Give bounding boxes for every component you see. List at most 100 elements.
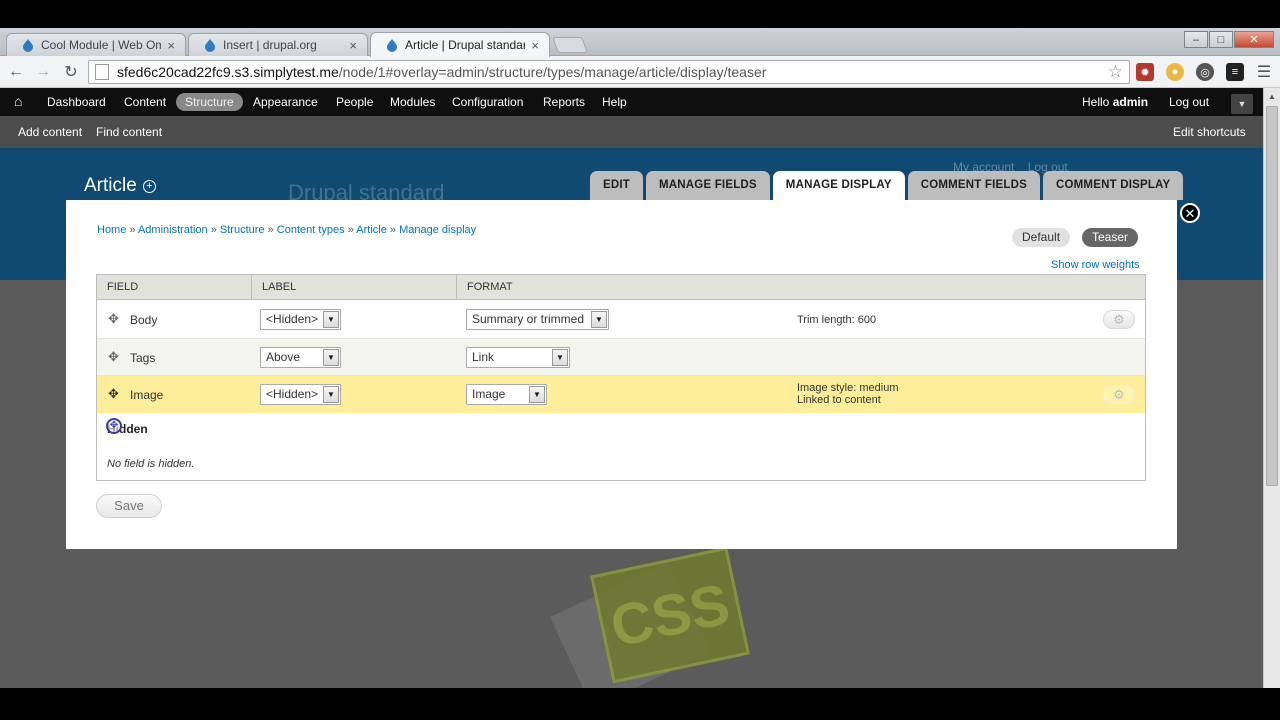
chevron-down-icon: ▼ bbox=[323, 386, 339, 403]
table-row-dragging: ✥ Image <Hidden> ▼ Image ▼ Image style: me… bbox=[97, 376, 1145, 413]
forward-icon[interactable]: → bbox=[32, 62, 54, 82]
label-select[interactable]: <Hidden> ▼ bbox=[260, 384, 341, 405]
chevron-down-icon: ▼ bbox=[323, 311, 339, 328]
window-controls: – □ ✕ bbox=[1184, 31, 1274, 48]
extension-icon[interactable]: ✹ bbox=[1136, 63, 1154, 81]
address-bar[interactable]: sfed6c20cad22fc9.s3.simplytest.me/node/1… bbox=[88, 60, 1130, 84]
toolbar-appearance[interactable]: Appearance bbox=[244, 93, 327, 111]
breadcrumb-administration[interactable]: Administration bbox=[138, 224, 208, 236]
tab-comment-display[interactable]: COMMENT DISPLAY bbox=[1042, 171, 1184, 200]
breadcrumb-article[interactable]: Article bbox=[356, 224, 387, 236]
label-select[interactable]: <Hidden> ▼ bbox=[260, 309, 341, 330]
format-select[interactable]: Summary or trimmed ▼ bbox=[466, 309, 609, 330]
new-tab-button[interactable] bbox=[552, 37, 588, 53]
user-greeting: Hello admin bbox=[1073, 93, 1157, 111]
extension-icon[interactable]: ◎ bbox=[1196, 63, 1214, 81]
gear-icon[interactable]: ⚙ bbox=[1103, 385, 1135, 404]
edit-shortcuts-link[interactable]: Edit shortcuts bbox=[1173, 125, 1246, 139]
field-name: Body bbox=[130, 313, 158, 327]
breadcrumb-manage-display[interactable]: Manage display bbox=[399, 224, 476, 236]
maximize-button[interactable]: □ bbox=[1209, 31, 1233, 48]
drag-handle-icon[interactable]: ✥ bbox=[107, 350, 120, 363]
browser-tab[interactable]: Cool Module | Web Omel × bbox=[6, 33, 186, 56]
tab-title: Insert | drupal.org bbox=[223, 38, 317, 52]
save-button[interactable]: Save bbox=[96, 494, 162, 518]
column-header-format: FORMAT bbox=[467, 281, 513, 293]
toolbar-dashboard[interactable]: Dashboard bbox=[38, 93, 115, 111]
breadcrumb: Home » Administration » Structure » Cont… bbox=[97, 224, 477, 236]
browser-tab-active[interactable]: Article | Drupal standard × bbox=[370, 32, 550, 57]
page-scrollbar[interactable]: ▲ bbox=[1263, 88, 1280, 688]
drag-handle-icon[interactable]: ✥ bbox=[107, 312, 120, 325]
column-header-label: LABEL bbox=[252, 275, 457, 300]
shortcut-add-content[interactable]: Add content bbox=[18, 125, 82, 139]
toolbar-toggle-icon[interactable]: ▼ bbox=[1231, 94, 1253, 114]
menu-icon[interactable]: ☰ bbox=[1255, 63, 1273, 81]
page-icon bbox=[95, 64, 109, 80]
tab-edit[interactable]: EDIT bbox=[590, 171, 643, 200]
browser-tab[interactable]: Insert | drupal.org × bbox=[188, 33, 368, 56]
gear-icon[interactable]: ⚙ bbox=[1103, 310, 1135, 329]
toolbar-modules[interactable]: Modules bbox=[381, 93, 444, 111]
breadcrumb-structure[interactable]: Structure bbox=[220, 224, 265, 236]
extension-icon[interactable]: ≡ bbox=[1226, 63, 1244, 81]
close-overlay-icon[interactable]: ✕ bbox=[1180, 203, 1200, 223]
toolbar-people[interactable]: People bbox=[327, 93, 382, 111]
logout-link[interactable]: Log out bbox=[1160, 93, 1218, 111]
chevron-down-icon: ▼ bbox=[591, 311, 607, 328]
toolbar-content[interactable]: Content bbox=[115, 93, 175, 111]
format-select[interactable]: Image ▼ bbox=[466, 384, 547, 405]
tab-close-icon[interactable]: × bbox=[531, 38, 539, 53]
format-summary: Image style: medium bbox=[797, 382, 899, 394]
admin-toolbar: ⌂ Dashboard Content Structure Appearance… bbox=[0, 88, 1280, 116]
window-close-button[interactable]: ✕ bbox=[1234, 31, 1274, 48]
empty-region-message: No field is hidden. bbox=[107, 458, 195, 470]
column-header-field: FIELD bbox=[97, 275, 252, 300]
browser-toolbar: ← → ↻ sfed6c20cad22fc9.s3.simplytest.me /… bbox=[0, 56, 1280, 88]
label-select-value: <Hidden> bbox=[266, 387, 319, 401]
home-icon[interactable]: ⌂ bbox=[14, 93, 32, 111]
tab-title: Article | Drupal standard bbox=[405, 38, 526, 52]
shortcuts-bar: Add content Find content Edit shortcuts bbox=[0, 116, 1280, 148]
breadcrumb-content-types[interactable]: Content types bbox=[277, 224, 345, 236]
breadcrumb-home[interactable]: Home bbox=[97, 224, 126, 236]
show-row-weights-link[interactable]: Show row weights bbox=[1051, 259, 1140, 271]
move-cursor-icon: ✥ bbox=[106, 418, 122, 434]
overlay-panel: Home » Administration » Structure » Cont… bbox=[66, 200, 1177, 549]
label-select[interactable]: Above ▼ bbox=[260, 347, 341, 368]
format-select[interactable]: Link ▼ bbox=[466, 347, 570, 368]
tab-manage-display[interactable]: MANAGE DISPLAY bbox=[772, 171, 905, 201]
tab-close-icon[interactable]: × bbox=[167, 38, 175, 53]
scroll-up-icon[interactable]: ▲ bbox=[1264, 88, 1280, 104]
table-row: ✥ Tags Above ▼ Link ▼ bbox=[97, 338, 1145, 376]
add-shortcut-icon[interactable]: + bbox=[142, 180, 156, 193]
page-title: Article bbox=[84, 175, 137, 196]
toolbar-structure[interactable]: Structure bbox=[176, 93, 243, 111]
toolbar-configuration[interactable]: Configuration bbox=[443, 93, 532, 111]
reload-icon[interactable]: ↻ bbox=[60, 62, 82, 82]
view-mode-default[interactable]: Default bbox=[1012, 228, 1071, 247]
field-name: Tags bbox=[130, 351, 156, 365]
drag-handle-icon[interactable]: ✥ bbox=[107, 387, 120, 400]
toolbar-reports[interactable]: Reports bbox=[534, 93, 594, 111]
greeting-prefix: Hello bbox=[1082, 95, 1113, 109]
label-select-value: Above bbox=[266, 350, 301, 364]
shortcut-find-content[interactable]: Find content bbox=[96, 125, 162, 139]
drupal-favicon-icon bbox=[23, 39, 33, 52]
format-summary: Trim length: 600 bbox=[797, 314, 877, 326]
tab-comment-fields[interactable]: COMMENT FIELDS bbox=[907, 171, 1040, 200]
toolbar-help[interactable]: Help bbox=[593, 93, 636, 111]
tab-close-icon[interactable]: × bbox=[349, 38, 357, 53]
minimize-button[interactable]: – bbox=[1184, 31, 1208, 48]
scrollbar-thumb[interactable] bbox=[1266, 106, 1278, 486]
chevron-down-icon: ▼ bbox=[323, 349, 339, 366]
url-path: /node/1#overlay=admin/structure/types/ma… bbox=[338, 64, 767, 80]
username: admin bbox=[1112, 95, 1149, 109]
star-icon[interactable]: ☆ bbox=[1108, 62, 1123, 82]
table-row: ✥ Body <Hidden> ▼ Summary or trimmed ▼ Tri… bbox=[97, 301, 1145, 338]
tab-manage-fields[interactable]: MANAGE FIELDS bbox=[646, 171, 770, 200]
extension-icon[interactable]: ● bbox=[1166, 63, 1184, 81]
chevron-down-icon: ▼ bbox=[529, 386, 545, 403]
back-icon[interactable]: ← bbox=[5, 62, 27, 82]
view-mode-teaser[interactable]: Teaser bbox=[1082, 228, 1139, 247]
